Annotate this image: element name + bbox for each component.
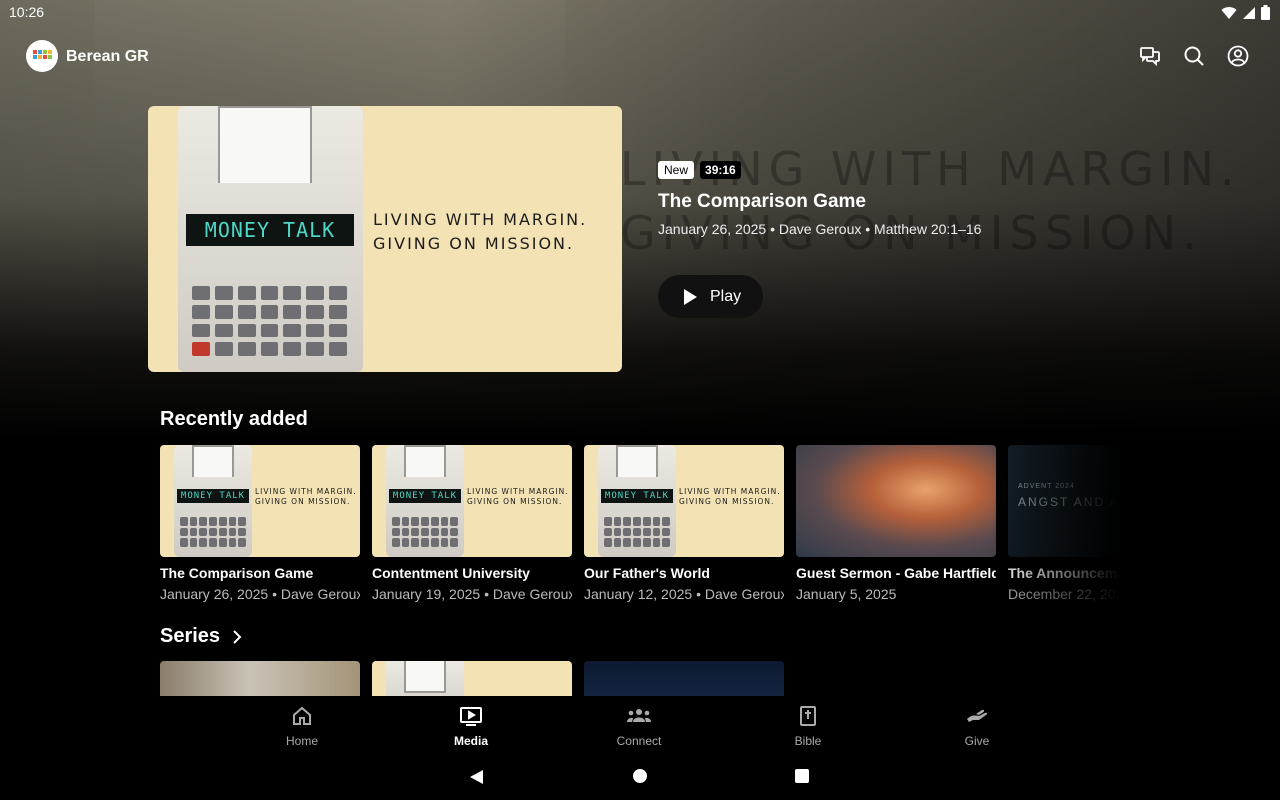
media-icon	[459, 704, 483, 728]
card-thumb-line2: GIVING ON MISSION.	[467, 497, 563, 506]
card-title: The Announcement	[1008, 565, 1120, 581]
app-logo[interactable]	[26, 40, 58, 72]
card-thumb-big-text: ANGST AND A	[1018, 495, 1120, 509]
back-icon[interactable]	[468, 768, 486, 791]
media-card[interactable]: MONEY TALK LIVING WITH MARGIN. GIVING ON…	[584, 445, 784, 602]
home-icon	[291, 704, 313, 728]
duration-badge: 39:16	[700, 161, 741, 179]
featured-info: New 39:16 The Comparison Game January 26…	[658, 161, 1218, 237]
nav-label: Give	[964, 734, 990, 748]
media-card[interactable]: ADVENT 2024 ANGST AND A The Announcement…	[1008, 445, 1120, 602]
series-card[interactable]	[160, 661, 360, 696]
bible-icon	[798, 704, 818, 728]
nav-label: Media	[453, 734, 488, 748]
featured-meta: January 26, 2025 • Dave Geroux • Matthew…	[658, 221, 982, 237]
featured-thumb-line1: LIVING WITH MARGIN.	[373, 210, 588, 229]
card-thumb-line1: LIVING WITH MARGIN.	[679, 487, 781, 496]
card-title: Contentment University	[372, 565, 530, 581]
bottom-navigation: Home Media Connect Bible Give	[0, 696, 1280, 752]
card-thumb-line2: GIVING ON MISSION.	[679, 497, 775, 506]
media-card[interactable]: MONEY TALK LIVING WITH MARGIN. GIVING ON…	[160, 445, 360, 602]
series-row	[160, 661, 860, 696]
nav-connect[interactable]: Connect	[599, 704, 679, 748]
card-thumbnail	[796, 445, 996, 557]
play-button[interactable]: Play	[658, 275, 763, 318]
card-title: Our Father's World	[584, 565, 710, 581]
home-button-icon[interactable]	[632, 768, 648, 791]
status-bar: 10:26	[0, 0, 1280, 26]
featured-badges: New 39:16	[658, 161, 1218, 179]
card-thumbnail: MONEY TALK LIVING WITH MARGIN. GIVING ON…	[584, 445, 784, 557]
series-header[interactable]: Series	[160, 625, 242, 648]
series-card[interactable]	[584, 661, 784, 696]
series-title: Series	[160, 625, 221, 647]
app-title: Berean GR	[66, 48, 149, 65]
media-card[interactable]: MONEY TALK LIVING WITH MARGIN. GIVING ON…	[372, 445, 572, 602]
search-icon[interactable]	[1182, 44, 1206, 68]
people-icon	[626, 704, 652, 728]
card-thumbnail: MONEY TALK LIVING WITH MARGIN. GIVING ON…	[160, 445, 360, 557]
status-time: 10:26	[9, 4, 45, 20]
card-thumb-screen: MONEY TALK	[177, 489, 249, 503]
card-meta: December 22, 2024	[1008, 586, 1120, 602]
nav-bible[interactable]: Bible	[768, 704, 848, 748]
card-thumb-line1: LIVING WITH MARGIN.	[467, 487, 569, 496]
calculator-screen-text: MONEY TALK	[186, 214, 354, 246]
card-meta: January 19, 2025 • Dave Geroux	[372, 586, 572, 602]
chevron-right-icon	[233, 629, 242, 644]
nav-give[interactable]: Give	[937, 704, 1017, 748]
battery-icon	[1261, 5, 1270, 20]
card-title: Guest Sermon - Gabe Hartfield	[796, 565, 996, 581]
card-thumb-screen: MONEY TALK	[601, 489, 673, 503]
card-meta: January 26, 2025 • Dave Geroux	[160, 586, 360, 602]
featured-title: The Comparison Game	[658, 191, 866, 212]
calculator-image: MONEY TALK	[178, 106, 363, 372]
card-thumb-line1: LIVING WITH MARGIN.	[255, 487, 357, 496]
card-meta: January 12, 2025 • Dave Geroux	[584, 586, 784, 602]
featured-thumbnail[interactable]: MONEY TALK LIVING WITH MARGIN. GIVING ON…	[148, 106, 622, 372]
featured-thumb-line2: GIVING ON MISSION.	[373, 234, 575, 253]
nav-label: Bible	[794, 734, 822, 748]
status-icons	[1221, 5, 1270, 20]
signal-icon	[1243, 6, 1255, 19]
media-card[interactable]: Guest Sermon - Gabe Hartfield January 5,…	[796, 445, 996, 602]
system-navigation	[0, 752, 1280, 800]
series-card[interactable]	[372, 661, 572, 696]
wifi-icon	[1221, 6, 1237, 19]
recently-added-row: MONEY TALK LIVING WITH MARGIN. GIVING ON…	[160, 445, 1120, 605]
card-meta: January 5, 2025	[796, 586, 897, 602]
chat-icon[interactable]	[1138, 44, 1162, 68]
nav-label: Connect	[616, 734, 662, 748]
nav-label: Home	[285, 734, 318, 748]
card-thumb-line2: GIVING ON MISSION.	[255, 497, 351, 506]
play-label: Play	[710, 287, 742, 305]
card-thumbnail: ADVENT 2024 ANGST AND A	[1008, 445, 1120, 557]
nav-home[interactable]: Home	[262, 704, 342, 748]
logo-mark	[33, 50, 52, 59]
app-actions	[1138, 44, 1250, 68]
play-icon	[684, 288, 697, 305]
nav-media[interactable]: Media	[431, 704, 511, 748]
new-badge: New	[658, 161, 695, 179]
card-thumb-screen: MONEY TALK	[389, 489, 461, 503]
card-title: The Comparison Game	[160, 565, 314, 581]
card-thumb-small-text: ADVENT 2024	[1018, 483, 1075, 490]
give-icon	[965, 704, 989, 728]
card-thumbnail: MONEY TALK LIVING WITH MARGIN. GIVING ON…	[372, 445, 572, 557]
recents-icon[interactable]	[794, 768, 810, 791]
account-icon[interactable]	[1226, 44, 1250, 68]
app-bar: Berean GR	[0, 38, 1280, 78]
recently-added-title: Recently added	[160, 408, 308, 430]
